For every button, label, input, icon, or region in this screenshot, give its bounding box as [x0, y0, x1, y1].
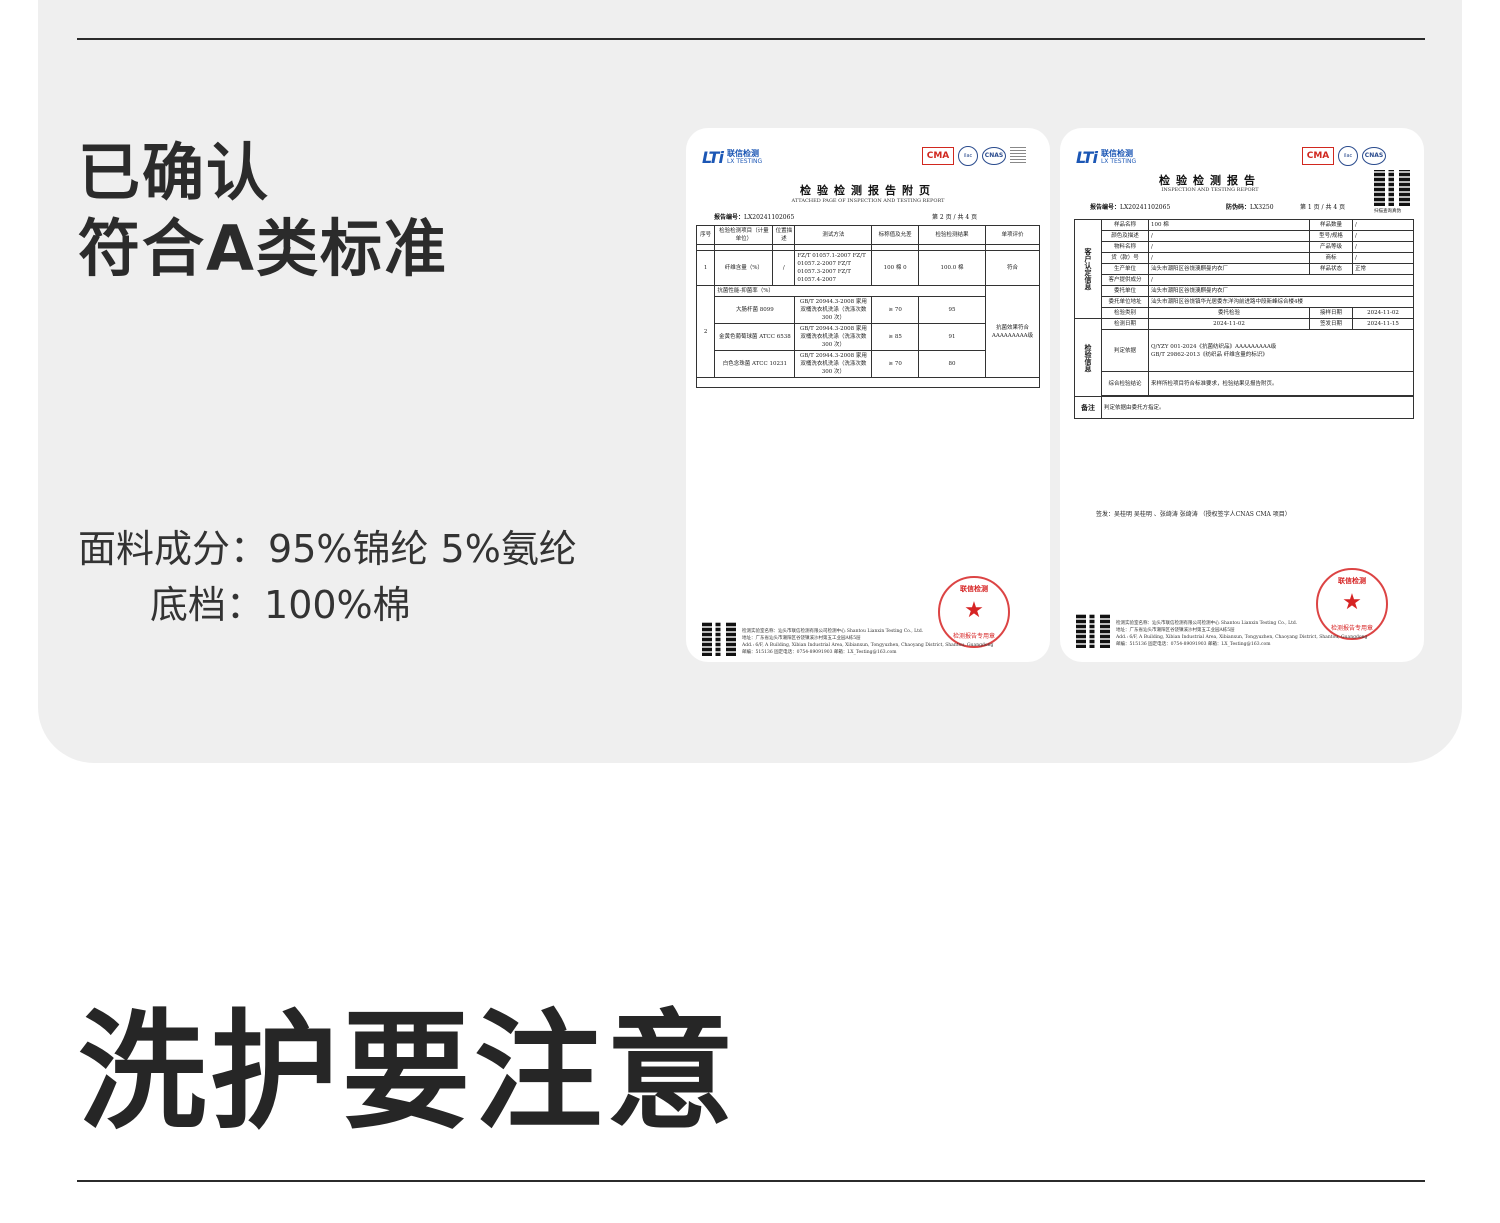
- table-row: 生产单位 汕头市潮阳区谷饶澳麒曼内衣厂 样品状态 正常: [1075, 263, 1414, 275]
- table-row: 货（款）号 / 商标 /: [1075, 252, 1414, 264]
- table-row: 综合检验结论 来样所检项目符合标准要求，检验结果见报告附页。: [1075, 371, 1414, 396]
- ilac-mark-icon: ilac: [1338, 146, 1358, 166]
- ilac-mark-icon: ilac: [958, 146, 978, 166]
- report-attached-page: LTi 联信检测 LX TESTING CMA ilac CNAS 检验检测报告…: [686, 128, 1050, 662]
- header-cell: 检验检测项目（计量单位）: [714, 225, 774, 245]
- cma-mark-icon: CMA: [1302, 147, 1334, 165]
- header-cell: 检验检测结果: [917, 225, 987, 245]
- headline: 已确认 符合A类标准: [78, 135, 448, 287]
- cnas-mark-icon: CNAS: [982, 147, 1006, 165]
- headline-line-1: 已确认: [78, 136, 271, 209]
- report-number: 报告编号：LX20241102065: [714, 212, 794, 221]
- table-row: 备注 判定依据由委托方指定。: [1074, 396, 1414, 419]
- table-row: 检验信息 检测日期 2024-11-02 签发日期 2024-11-15: [1074, 318, 1414, 397]
- lx-logo-icon: LTi: [702, 148, 724, 167]
- spec-lining-value: 100%棉: [264, 583, 411, 627]
- report-number: 报告编号：LX20241102065: [1090, 204, 1171, 211]
- qr-code-icon: [702, 622, 736, 656]
- report-footer: 检测实验室名称：汕头市联信检测有限公司检测中心 Shantou Lianxin …: [702, 622, 993, 656]
- accreditation-number-icon: [1010, 147, 1026, 165]
- report-main-page: LTi 联信检测 LX TESTING CMA ilac CNAS 扫描查询真伪…: [1060, 128, 1424, 662]
- top-divider: [77, 38, 1425, 40]
- report-number-value: LX20241102065: [744, 214, 795, 221]
- header-cell: 序号: [695, 225, 716, 245]
- spec-fabric-label: 面料成分：: [78, 527, 269, 571]
- brand-cn: 联信检测: [726, 148, 759, 158]
- table-row: 客户提供成分 /: [1075, 274, 1414, 286]
- table-row: 1 纤维含量（%） / FZ/T 01057.1-2007 FZ/T 01057…: [695, 250, 1040, 286]
- spec-lining-label: 底档：: [150, 583, 265, 627]
- star-icon: ★: [964, 598, 984, 623]
- table-row: 委托单位地址 汕头市潮阳区谷饶镇华光居委东洋沟前进路中段新峰综合楼4楼: [1075, 296, 1414, 308]
- report-title: 检验检测报告: [1159, 174, 1261, 187]
- report-subtitle: ATTACHED PAGE OF INSPECTION AND TESTING …: [791, 198, 945, 204]
- cert-marks: CMA ilac CNAS: [1302, 146, 1386, 166]
- qr-code-icon: [1076, 614, 1110, 648]
- header-cell: 单项评价: [985, 225, 1040, 245]
- header-cell: 测试方法: [794, 225, 873, 245]
- qr-code-icon: [1374, 170, 1410, 206]
- table-row: 判定依据 Q/YZY 001-2024《抗菌纺织品》AAAAAAAAA级 GB/T…: [1075, 329, 1414, 372]
- table-row: 物料名称 / 产品等级 /: [1075, 241, 1414, 253]
- report-footer: 检测实验室名称：汕头市联信检测有限公司检测中心 Shantou Lianxin …: [1076, 614, 1367, 648]
- report-info-table: 客户认定信息 样品名称 100 棉 样品数量 / 颜色及描述 / 型号/规格 /…: [1074, 219, 1414, 419]
- table-header-row: 序号 检验检测项目（计量单位） 位置描述 测试方法 标称值及允差 检验检测结果 …: [695, 225, 1040, 245]
- qr-caption: 扫描查询真伪: [1374, 209, 1401, 214]
- report-title: 检验检测报告附页: [800, 184, 936, 197]
- brand-en: LX TESTING: [726, 157, 763, 165]
- spec-lining: 底档：100%棉: [150, 574, 411, 629]
- lx-logo: LTi 联信检测 LX TESTING: [702, 148, 762, 167]
- table-row: 客户认定信息 样品名称 100 棉 样品数量 /: [1074, 219, 1414, 319]
- header-cell: 标称值及允差: [871, 225, 919, 245]
- section-title: 洗护要注意: [78, 998, 739, 1147]
- table-row: 检验类别 委托检验 接样日期 2024-11-02: [1075, 307, 1414, 319]
- table-row: 2 抗菌性能-抑菌率（%） 抗菌效果符合AAAAAAAAA级: [695, 285, 1040, 378]
- table-row: 颜色及描述 / 型号/规格 /: [1075, 230, 1414, 242]
- anti-fake-code: 防伪码：LX3250: [1226, 204, 1274, 211]
- spec-fabric-value: 95%锦纶 5%氨纶: [268, 527, 577, 571]
- stamp-text: 联信检测: [960, 585, 988, 593]
- header-cell: 位置描述: [772, 225, 796, 245]
- lx-logo-icon: LTi: [1076, 148, 1098, 167]
- page-indicator: 第 2 页 / 共 4 页: [932, 214, 978, 221]
- spec-fabric: 面料成分：95%锦纶 5%氨纶: [78, 518, 577, 573]
- star-icon: ★: [1342, 590, 1362, 615]
- cma-mark-icon: CMA: [922, 147, 954, 165]
- bottom-divider: [77, 1180, 1425, 1182]
- signatures: 签发：吴桂明 吴桂明 、张绮涛 张绮涛 （授权签字人CNAS CMA 项目）: [1096, 511, 1291, 518]
- report-subtitle: INSPECTION AND TESTING REPORT: [1161, 187, 1259, 193]
- cnas-mark-icon: CNAS: [1362, 147, 1386, 165]
- table-row: 委托单位 汕头市潮阳区谷饶澳麒曼内衣厂: [1075, 285, 1414, 297]
- headline-line-2: 符合A类标准: [78, 212, 448, 285]
- lx-logo: LTi 联信检测 LX TESTING: [1076, 148, 1137, 167]
- results-table: 序号 检验检测项目（计量单位） 位置描述 测试方法 标称值及允差 检验检测结果 …: [695, 225, 1040, 388]
- page-indicator: 第 1 页 / 共 4 页: [1300, 204, 1346, 211]
- cert-marks: CMA ilac CNAS: [922, 146, 1026, 166]
- report-number-label: 报告编号：: [714, 214, 745, 221]
